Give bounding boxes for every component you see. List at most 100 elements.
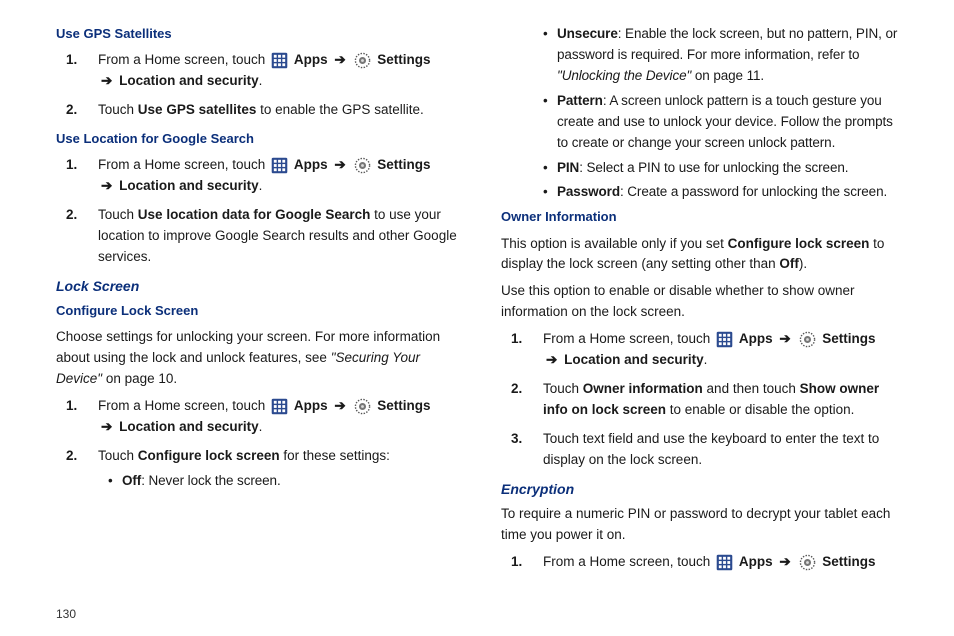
text: to enable the GPS satellite. — [256, 102, 423, 117]
heading-owner-info: Owner Information — [501, 207, 906, 227]
heading-encryption: Encryption — [501, 479, 906, 501]
settings-icon — [352, 52, 373, 69]
xref: "Unlocking the Device" — [557, 68, 691, 83]
settings-label: Settings — [377, 398, 430, 413]
text: ). — [799, 256, 807, 271]
step-1: 1. From a Home screen, touch Apps ➔ Sett… — [98, 155, 461, 197]
heading-lock-screen: Lock Screen — [56, 276, 461, 298]
settings-icon — [797, 554, 818, 571]
step-2: 2. Touch Use GPS satellites to enable th… — [98, 100, 461, 121]
settings-label: Settings — [822, 331, 875, 346]
text: This option is available only if you set — [501, 236, 728, 251]
settings-label: Settings — [377, 52, 430, 67]
step-1: 1. From a Home screen, touch Apps ➔ Sett… — [543, 329, 906, 371]
step-number: 1. — [511, 552, 522, 573]
manual-page: Use GPS Satellites 1. From a Home screen… — [0, 0, 954, 636]
location-security-label: Location and security — [119, 73, 259, 88]
text-bold: Use GPS satellites — [138, 102, 257, 117]
bullet-unsecure: Unsecure: Enable the lock screen, but no… — [543, 24, 906, 87]
step-2: 2. Touch Use location data for Google Se… — [98, 205, 461, 268]
paragraph: To require a numeric PIN or password to … — [501, 504, 906, 546]
paragraph: Use this option to enable or disable whe… — [501, 281, 906, 323]
paragraph: Choose settings for unlocking your scree… — [56, 327, 461, 390]
text: to enable or disable the option. — [666, 402, 854, 417]
bullets-lock-options-cont: Unsecure: Enable the lock screen, but no… — [501, 24, 906, 203]
steps-owner: 1. From a Home screen, touch Apps ➔ Sett… — [501, 329, 906, 471]
arrow-icon: ➔ — [334, 52, 345, 67]
step-number: 2. — [66, 205, 77, 226]
paragraph: This option is available only if you set… — [501, 234, 906, 276]
apps-icon — [269, 52, 290, 69]
apps-label: Apps — [294, 157, 328, 172]
bullet-off: Off: Never lock the screen. — [108, 471, 461, 492]
text: on page 11. — [691, 68, 764, 83]
text-bold: Off — [122, 473, 141, 488]
text: : Create a password for unlocking the sc… — [620, 184, 887, 199]
heading-use-gps: Use GPS Satellites — [56, 24, 461, 44]
step-2: 2. Touch Owner information and then touc… — [543, 379, 906, 421]
text: Touch text field and use the keyboard to… — [543, 431, 879, 467]
two-columns: Use GPS Satellites 1. From a Home screen… — [56, 20, 906, 601]
arrow-icon: ➔ — [779, 554, 790, 569]
text: : A screen unlock pattern is a touch ges… — [557, 93, 893, 150]
step-1: 1. From a Home screen, touch Apps ➔ Sett… — [98, 50, 461, 92]
apps-label: Apps — [294, 52, 328, 67]
step-number: 3. — [511, 429, 522, 450]
text-bold: Password — [557, 184, 620, 199]
step-number: 1. — [511, 329, 522, 350]
step-1: 1. From a Home screen, touch Apps ➔ Sett… — [98, 396, 461, 438]
step-number: 2. — [66, 100, 77, 121]
step-number: 1. — [66, 155, 77, 176]
step-text: From a Home screen, touch — [98, 157, 265, 172]
arrow-icon: ➔ — [101, 419, 112, 434]
text-bold: Pattern — [557, 93, 603, 108]
heading-configure-lock: Configure Lock Screen — [56, 301, 461, 321]
bullet-pattern: Pattern: A screen unlock pattern is a to… — [543, 91, 906, 154]
settings-icon — [352, 157, 373, 174]
step-text: From a Home screen, touch — [543, 331, 710, 346]
step-3: 3. Touch text field and use the keyboard… — [543, 429, 906, 471]
settings-icon — [797, 331, 818, 348]
bullets-lock-options: Off: Never lock the screen. — [98, 471, 461, 492]
settings-label: Settings — [377, 157, 430, 172]
apps-icon — [714, 554, 735, 571]
bullet-password: Password: Create a password for unlockin… — [543, 182, 906, 203]
bullet-pin: PIN: Select a PIN to use for unlocking t… — [543, 158, 906, 179]
apps-icon — [269, 157, 290, 174]
text-bold: PIN — [557, 160, 579, 175]
arrow-icon: ➔ — [779, 331, 790, 346]
text: Touch — [98, 207, 134, 222]
location-security-label: Location and security — [119, 178, 259, 193]
apps-icon — [714, 331, 735, 348]
settings-label: Settings — [822, 554, 875, 569]
location-security-label: Location and security — [564, 352, 704, 367]
step-number: 2. — [511, 379, 522, 400]
steps-google: 1. From a Home screen, touch Apps ➔ Sett… — [56, 155, 461, 268]
text: : Select a PIN to use for unlocking the … — [579, 160, 848, 175]
text: on page 10. — [102, 371, 177, 386]
text: Touch — [98, 102, 134, 117]
apps-label: Apps — [739, 331, 773, 346]
text-bold: Off — [779, 256, 799, 271]
right-column: Unsecure: Enable the lock screen, but no… — [501, 20, 906, 601]
step-text: From a Home screen, touch — [98, 52, 265, 67]
apps-label: Apps — [739, 554, 773, 569]
text-bold: Unsecure — [557, 26, 618, 41]
text-bold: Use location data for Google Search — [138, 207, 371, 222]
text-bold: Configure lock screen — [728, 236, 870, 251]
text: and then touch — [703, 381, 800, 396]
text-bold: Owner information — [583, 381, 703, 396]
text: Touch — [98, 448, 134, 463]
step-text: From a Home screen, touch — [98, 398, 265, 413]
heading-use-location-google: Use Location for Google Search — [56, 129, 461, 149]
text-bold: Configure lock screen — [138, 448, 280, 463]
step-1: 1. From a Home screen, touch Apps ➔ Sett… — [543, 552, 906, 573]
apps-icon — [269, 398, 290, 415]
text: : Never lock the screen. — [141, 473, 280, 488]
step-text: From a Home screen, touch — [543, 554, 710, 569]
settings-icon — [352, 398, 373, 415]
page-number: 130 — [56, 605, 906, 624]
arrow-icon: ➔ — [334, 157, 345, 172]
arrow-icon: ➔ — [546, 352, 557, 367]
step-2: 2. Touch Configure lock screen for these… — [98, 446, 461, 492]
